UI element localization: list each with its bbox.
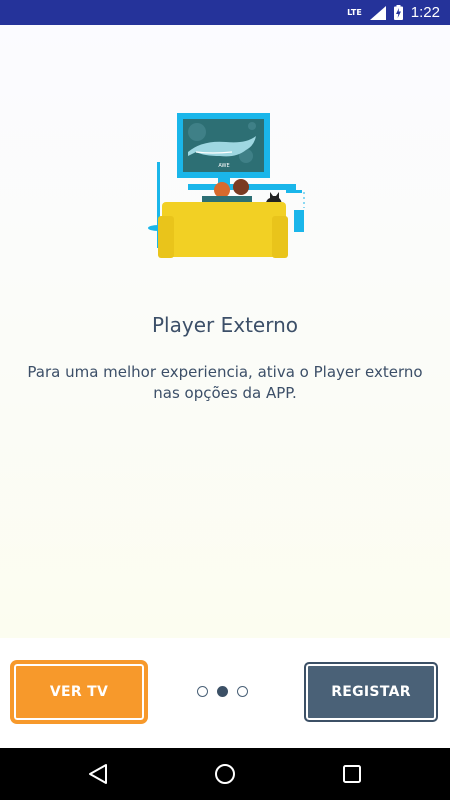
network-type-label: LTE bbox=[347, 7, 362, 17]
person-2 bbox=[233, 179, 249, 195]
page-dot-2-active[interactable] bbox=[217, 686, 228, 697]
side-table bbox=[294, 210, 304, 232]
ver-tv-button[interactable]: VER TV bbox=[12, 662, 146, 722]
tv-screen-text: AWE bbox=[218, 163, 229, 169]
couch bbox=[162, 202, 286, 257]
page-dot-3[interactable] bbox=[237, 686, 248, 697]
home-icon[interactable] bbox=[213, 762, 237, 786]
page-indicator bbox=[197, 686, 248, 697]
back-icon[interactable] bbox=[86, 762, 110, 786]
slide-description: Para uma melhor experiencia, ativa o Pla… bbox=[27, 363, 423, 402]
system-navigation-bar bbox=[0, 748, 450, 800]
signal-icon bbox=[369, 5, 386, 20]
bottom-action-bar: VER TV REGISTAR bbox=[0, 638, 450, 748]
battery-charging-icon bbox=[393, 5, 403, 20]
slide-title: Player Externo bbox=[152, 313, 298, 337]
page-dot-1[interactable] bbox=[197, 686, 208, 697]
recents-icon[interactable] bbox=[340, 762, 364, 786]
person-1 bbox=[214, 182, 230, 198]
onboarding-slide[interactable]: AWE Player Externo Para uma melhor exper… bbox=[0, 25, 450, 638]
status-bar: LTE 1:22 bbox=[0, 0, 450, 25]
couch-tv-illustration: AWE bbox=[148, 113, 305, 258]
clock: 1:22 bbox=[410, 4, 440, 21]
registar-button[interactable]: REGISTAR bbox=[304, 662, 438, 722]
